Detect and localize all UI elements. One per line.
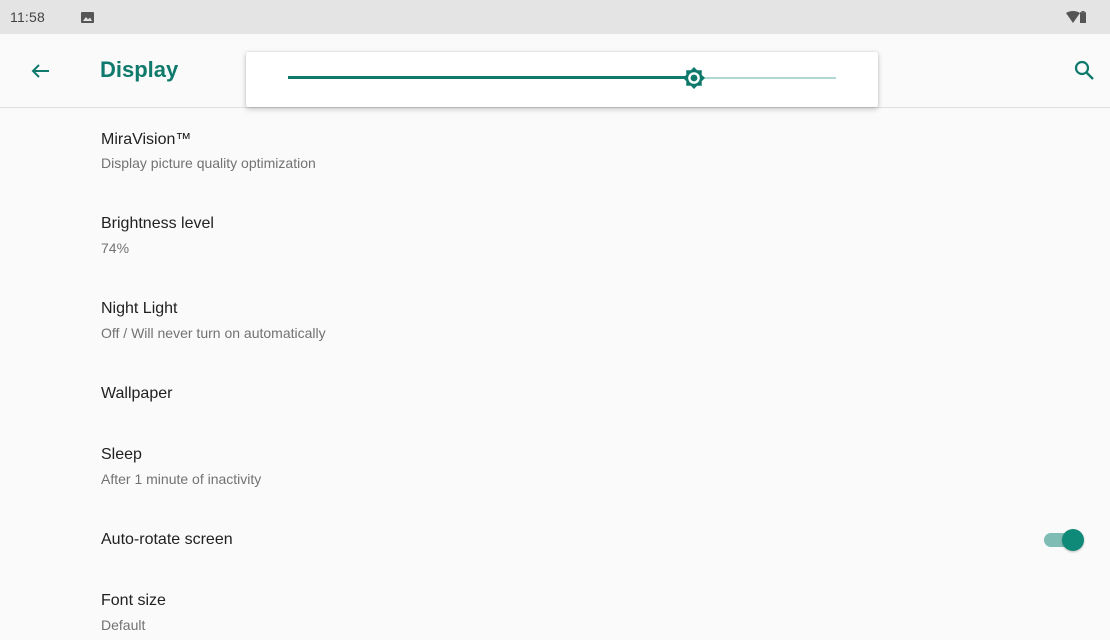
brightness-slider-popup bbox=[246, 52, 878, 107]
setting-font-size[interactable]: Font size Default bbox=[0, 569, 1110, 640]
search-icon[interactable] bbox=[1068, 54, 1102, 88]
setting-miravision[interactable]: MiraVision™ Display picture quality opti… bbox=[0, 107, 1110, 187]
setting-title: Sleep bbox=[101, 446, 142, 463]
battery-icon bbox=[1080, 11, 1086, 23]
setting-title: Wallpaper bbox=[101, 385, 173, 402]
setting-wallpaper[interactable]: Wallpaper bbox=[0, 362, 1110, 424]
display-settings-screen: 11:58 Display MiraVision™ Display pictur… bbox=[0, 0, 1110, 640]
status-bar: 11:58 bbox=[0, 0, 1110, 34]
setting-title: Auto-rotate screen bbox=[101, 531, 233, 548]
toggle-knob bbox=[1062, 529, 1084, 551]
setting-summary: Display picture quality optimization bbox=[101, 155, 316, 171]
setting-summary: After 1 minute of inactivity bbox=[101, 471, 262, 487]
brightness-slider-fill bbox=[288, 76, 694, 79]
setting-title: Font size bbox=[101, 592, 166, 609]
setting-sleep[interactable]: Sleep After 1 minute of inactivity bbox=[0, 424, 1110, 511]
status-time: 11:58 bbox=[10, 9, 45, 25]
setting-title: Night Light bbox=[101, 300, 178, 317]
wifi-icon bbox=[1066, 11, 1080, 23]
image-icon bbox=[81, 12, 94, 23]
arrow-back-icon[interactable] bbox=[24, 54, 58, 88]
setting-night-light[interactable]: Night Light Off / Will never turn on aut… bbox=[0, 274, 1110, 362]
setting-summary: Default bbox=[101, 617, 146, 633]
auto-rotate-toggle[interactable] bbox=[1044, 529, 1086, 551]
setting-brightness-level[interactable]: Brightness level 74% bbox=[0, 187, 1110, 274]
setting-title: MiraVision™ bbox=[101, 131, 192, 148]
brightness-icon[interactable] bbox=[682, 66, 706, 90]
setting-title: Brightness level bbox=[101, 215, 214, 232]
setting-summary: Off / Will never turn on automatically bbox=[101, 325, 326, 341]
setting-auto-rotate[interactable]: Auto-rotate screen bbox=[0, 511, 1110, 569]
page-title: Display bbox=[100, 57, 179, 82]
setting-summary: 74% bbox=[101, 240, 130, 256]
